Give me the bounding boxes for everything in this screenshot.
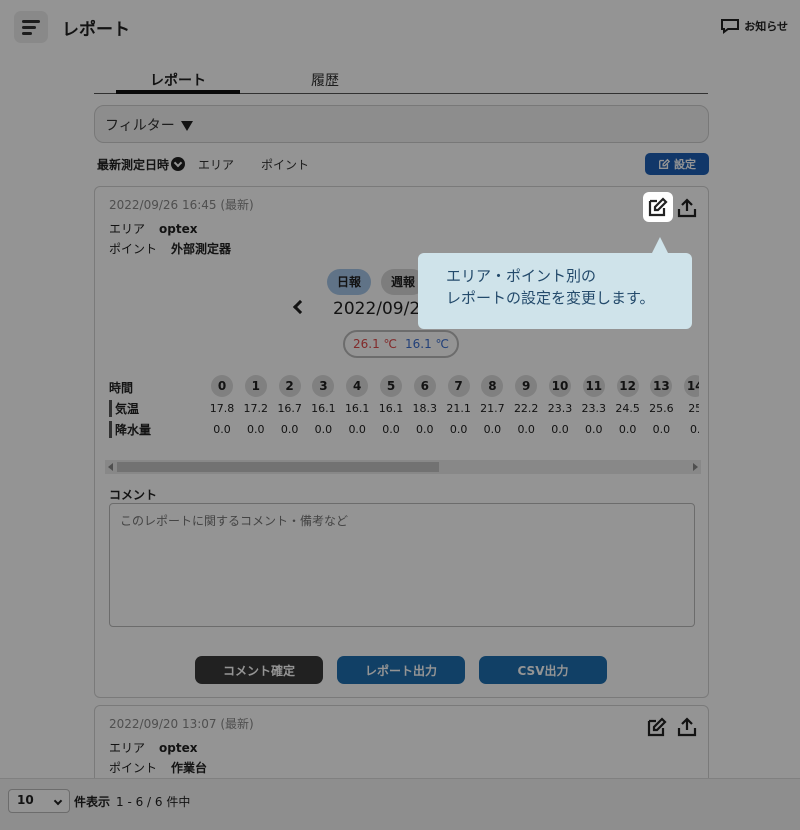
tutorial-tooltip: エリア・ポイント別の レポートの設定を変更します。 (418, 237, 692, 329)
tutorial-overlay[interactable] (0, 0, 800, 830)
highlighted-edit-button[interactable] (643, 192, 673, 222)
edit-icon (648, 197, 668, 217)
